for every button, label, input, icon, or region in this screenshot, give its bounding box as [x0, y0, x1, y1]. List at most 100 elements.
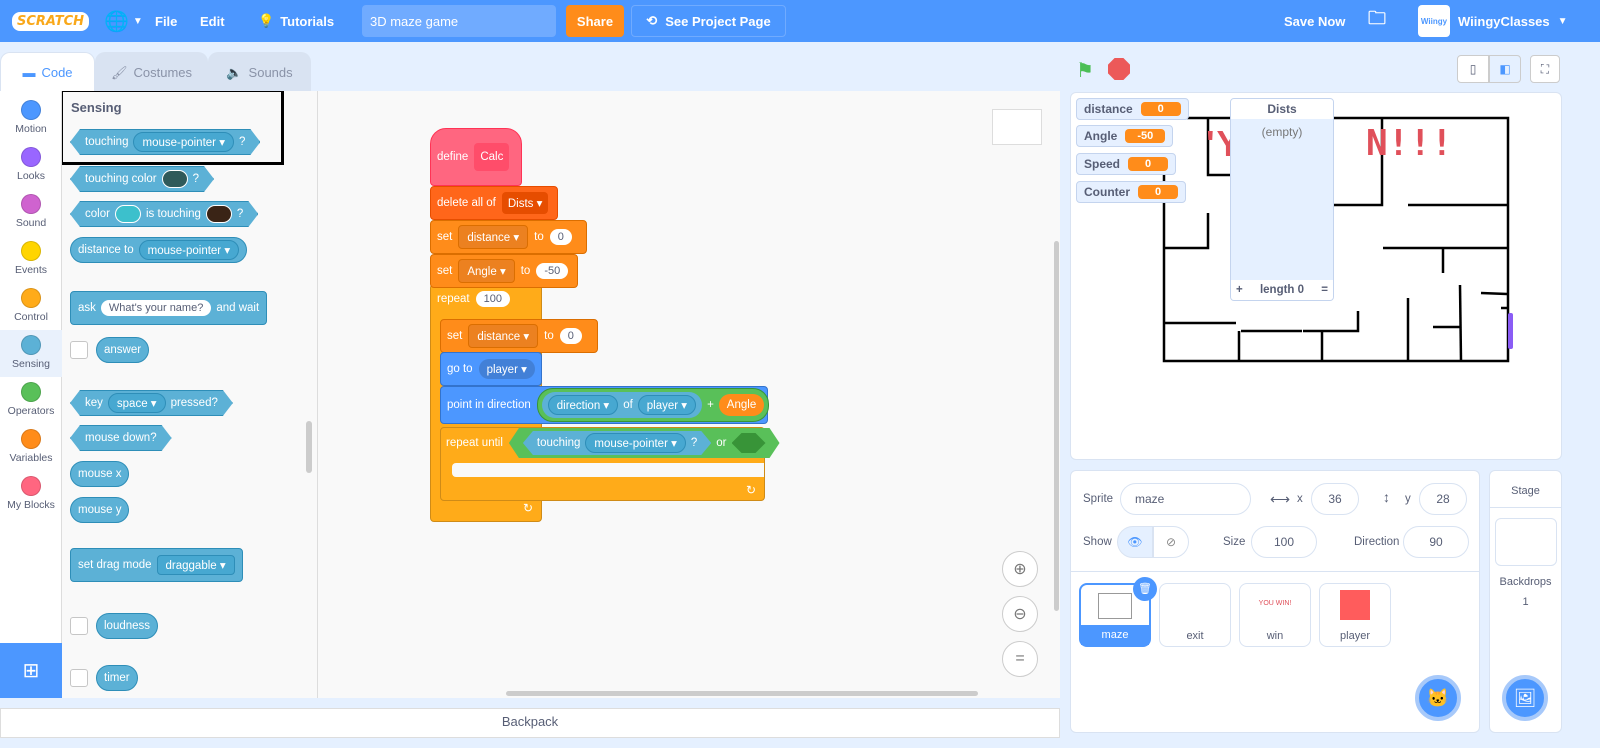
language-globe-icon[interactable]: 🌐 ▼ — [104, 0, 143, 42]
loudness-checkbox[interactable] — [70, 617, 88, 635]
distance-to-block[interactable]: distance to mouse-pointer ▾ — [70, 237, 248, 263]
value-input[interactable]: -50 — [536, 263, 569, 279]
list-dropdown[interactable]: Dists ▾ — [501, 192, 549, 214]
account-menu[interactable]: Wiingy WiingyClasses ▼ — [1418, 0, 1568, 42]
add-sprite-button[interactable]: 🐱 — [1415, 675, 1461, 721]
mouse-x-block[interactable]: mouse x — [70, 461, 130, 487]
green-flag-icon[interactable]: ⚑ — [1076, 58, 1094, 83]
set-distance-block[interactable]: set distance ▾ to 0 — [440, 319, 598, 353]
small-stage-button[interactable]: ▯ — [1457, 55, 1489, 83]
sprite-thumb-maze[interactable]: maze 🗑 — [1079, 577, 1157, 647]
file-menu[interactable]: File — [155, 0, 177, 42]
monitor-speed[interactable]: Speed 0 — [1076, 153, 1177, 175]
variable-dropdown[interactable]: Angle ▾ — [458, 259, 515, 283]
stage-selector[interactable]: Stage Backdrops 1 🖼 — [1489, 470, 1562, 733]
empty-boolean-slot[interactable] — [732, 433, 766, 453]
set-distance-block[interactable]: set distance ▾ to 0 — [430, 220, 587, 254]
key-dropdown[interactable]: space ▾ — [108, 393, 166, 413]
sprite-thumb-exit[interactable]: exit — [1159, 583, 1231, 647]
player-sprite[interactable] — [1508, 313, 1513, 349]
ask-input[interactable]: What's your name? — [100, 300, 212, 316]
list-monitor-dists[interactable]: Dists (empty) + length 0 = — [1230, 98, 1334, 301]
show-hidden-button[interactable]: ⊘ — [1153, 526, 1189, 558]
ask-and-wait-block[interactable]: ask What's your name? and wait — [70, 291, 268, 325]
touching-target-dropdown[interactable]: mouse-pointer ▾ — [585, 433, 685, 453]
horizontal-scrollbar[interactable] — [506, 691, 978, 696]
add-backdrop-button[interactable]: 🖼 — [1502, 675, 1548, 721]
y-input[interactable]: 28 — [1419, 483, 1467, 515]
key-pressed-block[interactable]: key space ▾ pressed? — [70, 390, 233, 416]
sprite-name-input[interactable]: maze — [1120, 483, 1251, 515]
mouse-down-block[interactable]: mouse down? — [70, 425, 172, 451]
zoom-in-button[interactable]: ⊕ — [1002, 551, 1038, 587]
color-swatch[interactable] — [162, 170, 188, 188]
tab-code[interactable]: ▬ Code — [0, 52, 95, 92]
category-operators[interactable]: Operators — [0, 377, 62, 424]
touching-target-dropdown[interactable]: mouse-pointer ▾ — [133, 132, 233, 152]
answer-block[interactable]: answer — [96, 337, 150, 363]
edit-menu[interactable]: Edit — [200, 0, 225, 42]
palette-scrollbar[interactable] — [306, 421, 312, 473]
see-project-page-button[interactable]: ⟲ See Project Page — [631, 5, 786, 37]
drag-mode-dropdown[interactable]: draggable ▾ — [156, 555, 235, 575]
property-dropdown[interactable]: direction ▾ — [547, 395, 619, 415]
value-input[interactable]: 0 — [559, 328, 582, 344]
point-in-direction-block[interactable]: point in direction direction ▾ of player ▾… — [440, 386, 770, 424]
category-sound[interactable]: Sound — [0, 189, 62, 236]
monitor-angle[interactable]: Angle -50 — [1076, 125, 1174, 147]
monitor-distance[interactable]: distance 0 — [1076, 98, 1189, 120]
category-control[interactable]: Control — [0, 283, 62, 330]
mouse-y-block[interactable]: mouse y — [70, 497, 130, 523]
category-variables[interactable]: Variables — [0, 424, 62, 471]
folder-icon[interactable]: 🗀 — [1368, 0, 1386, 42]
list-add-button[interactable]: + — [1236, 284, 1243, 296]
tab-sounds[interactable]: 🔈 Sounds — [208, 52, 311, 92]
save-now-button[interactable]: Save Now — [1284, 0, 1345, 42]
stop-icon[interactable] — [1108, 58, 1130, 80]
zoom-out-button[interactable]: ⊖ — [1002, 596, 1038, 632]
delete-all-of-block[interactable]: delete all of Dists ▾ — [430, 186, 558, 220]
category-motion[interactable]: Motion — [0, 95, 62, 142]
project-title-input[interactable]: 3D maze game — [362, 5, 556, 37]
variable-dropdown[interactable]: distance ▾ — [468, 324, 539, 348]
of-sensing-block[interactable]: direction ▾ of player ▾ — [541, 392, 703, 418]
distance-target-dropdown[interactable]: mouse-pointer ▾ — [138, 240, 240, 260]
touching-block[interactable]: touching mouse-pointer ▾? — [523, 431, 711, 455]
define-calc-block[interactable]: define Calc — [430, 128, 522, 186]
direction-input[interactable]: 90 — [1403, 526, 1469, 558]
angle-variable-reporter[interactable]: Angle — [718, 394, 765, 416]
color-swatch[interactable] — [206, 205, 232, 223]
set-angle-block[interactable]: set Angle ▾ to -50 — [430, 254, 578, 288]
sprite-thumb-win[interactable]: YOU WIN! win — [1239, 583, 1311, 647]
category-events[interactable]: Events — [0, 236, 62, 283]
loudness-block[interactable]: loudness — [96, 613, 159, 639]
vertical-scrollbar[interactable] — [1054, 241, 1059, 611]
color-touching-color-block[interactable]: color is touching? — [70, 201, 258, 227]
show-visible-button[interactable]: 👁 — [1117, 526, 1153, 558]
object-dropdown[interactable]: player ▾ — [637, 395, 697, 415]
touching-block[interactable]: touching mouse-pointer ▾? — [70, 129, 260, 155]
stage-canvas[interactable]: 'Y N!!! distance 0 Angle -50 Speed 0 Counte… — [1070, 92, 1562, 460]
timer-block[interactable]: timer — [96, 665, 138, 691]
sprite-thumb-player[interactable]: player — [1319, 583, 1391, 647]
or-operator-block[interactable]: touching mouse-pointer ▾? or — [509, 428, 780, 458]
touching-color-block[interactable]: touching color? — [70, 166, 214, 192]
delete-sprite-trash-icon[interactable]: 🗑 — [1133, 577, 1157, 601]
go-to-block[interactable]: go to player ▾ — [440, 352, 542, 386]
size-input[interactable]: 100 — [1251, 526, 1317, 558]
answer-checkbox[interactable] — [70, 341, 88, 359]
share-button[interactable]: Share — [566, 5, 624, 37]
add-extension-button[interactable]: ⊞ — [0, 643, 62, 698]
x-input[interactable]: 36 — [1311, 483, 1359, 515]
color-swatch[interactable] — [115, 205, 141, 223]
list-resize-handle[interactable]: = — [1321, 284, 1328, 296]
go-to-dropdown[interactable]: player ▾ — [478, 359, 535, 379]
timer-checkbox[interactable] — [70, 669, 88, 687]
backpack-bar[interactable]: Backpack — [0, 708, 1060, 738]
category-looks[interactable]: Looks — [0, 142, 62, 189]
zoom-reset-button[interactable]: = — [1002, 641, 1038, 677]
add-operator-block[interactable]: direction ▾ of player ▾ + Angle — [536, 388, 770, 422]
fullscreen-button[interactable]: ⛶ — [1530, 55, 1560, 83]
large-stage-button[interactable]: ◧ — [1489, 55, 1521, 83]
category-sensing[interactable]: Sensing — [0, 330, 62, 377]
